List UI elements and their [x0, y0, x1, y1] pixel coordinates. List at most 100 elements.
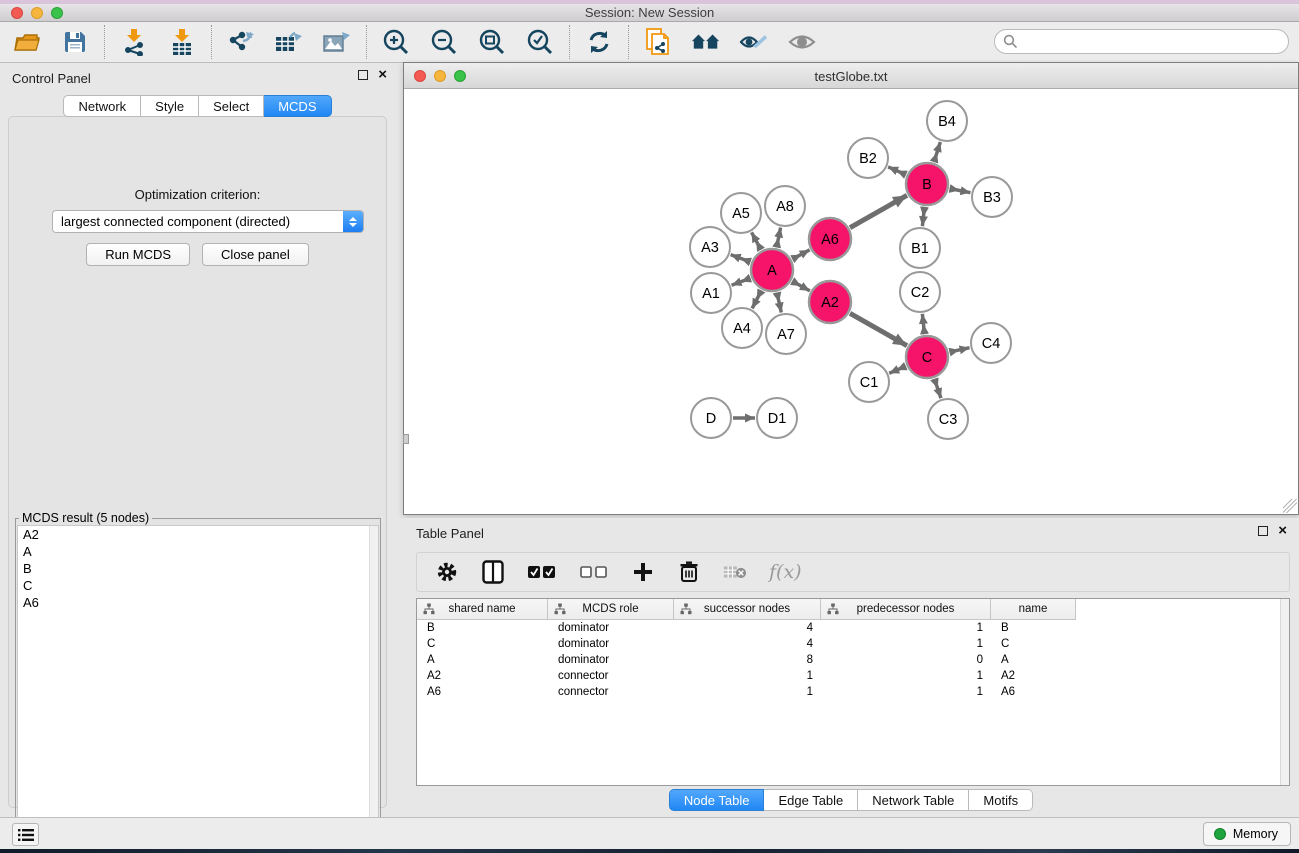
- import-table-icon[interactable]: [167, 27, 197, 57]
- edge-A6-B[interactable]: [850, 195, 907, 227]
- select-all-checkboxes-icon[interactable]: [527, 560, 557, 584]
- cell-predecessor-nodes[interactable]: 1: [821, 636, 991, 652]
- zoom-selected-icon[interactable]: [525, 27, 555, 57]
- zoom-out-icon[interactable]: [429, 27, 459, 57]
- cell-successor-nodes[interactable]: 4: [674, 636, 821, 652]
- edge-C-C3[interactable]: [934, 379, 941, 398]
- function-builder-icon[interactable]: f(x): [769, 561, 802, 583]
- import-network-icon[interactable]: [119, 27, 149, 57]
- cell-name[interactable]: A2: [991, 668, 1076, 684]
- cell-shared-name[interactable]: B: [417, 620, 548, 636]
- table-row[interactable]: A2connector11A2: [417, 668, 1289, 684]
- column-header-predecessor-nodes[interactable]: predecessor nodes: [821, 599, 991, 620]
- edge-A2-C[interactable]: [850, 313, 907, 345]
- tab-mcds[interactable]: MCDS: [264, 95, 331, 117]
- edge-B-B3[interactable]: [950, 189, 971, 193]
- delete-column-icon[interactable]: [677, 560, 701, 584]
- tab-network[interactable]: Network: [63, 95, 141, 117]
- edge-C-C4[interactable]: [949, 348, 969, 352]
- float-table-panel-icon[interactable]: [1258, 526, 1268, 536]
- deselect-all-checkboxes-icon[interactable]: [579, 560, 609, 584]
- settings-icon[interactable]: [435, 560, 459, 584]
- cell-predecessor-nodes[interactable]: 1: [821, 684, 991, 700]
- cell-shared-name[interactable]: A: [417, 652, 548, 668]
- export-table-icon[interactable]: [274, 27, 304, 57]
- edge-C-C2[interactable]: [922, 314, 924, 334]
- cell-shared-name[interactable]: A6: [417, 684, 548, 700]
- window-resize-grip[interactable]: [1283, 499, 1297, 513]
- task-history-button[interactable]: [12, 823, 39, 846]
- cell-MCDS-role[interactable]: connector: [548, 668, 674, 684]
- column-header-shared-name[interactable]: shared name: [417, 599, 548, 620]
- result-list-item[interactable]: A: [18, 543, 378, 560]
- close-table-panel-icon[interactable]: ×: [1278, 526, 1287, 536]
- zoom-in-icon[interactable]: [381, 27, 411, 57]
- tab-motifs[interactable]: Motifs: [969, 789, 1033, 811]
- panel-splitter-handle[interactable]: [403, 434, 409, 444]
- table-row[interactable]: Adominator80A: [417, 652, 1289, 668]
- cell-shared-name[interactable]: C: [417, 636, 548, 652]
- cell-MCDS-role[interactable]: connector: [548, 684, 674, 700]
- cell-name[interactable]: A6: [991, 684, 1076, 700]
- hide-graphics-details-icon[interactable]: [787, 27, 817, 57]
- edge-A-A2[interactable]: [792, 281, 810, 291]
- cell-MCDS-role[interactable]: dominator: [548, 620, 674, 636]
- cell-name[interactable]: B: [991, 620, 1076, 636]
- tab-network-table[interactable]: Network Table: [858, 789, 969, 811]
- edge-C-C1[interactable]: [889, 366, 906, 373]
- open-session-icon[interactable]: [12, 27, 42, 57]
- export-network-icon[interactable]: [226, 27, 256, 57]
- result-list-scrollbar[interactable]: [369, 526, 378, 845]
- run-mcds-button[interactable]: Run MCDS: [86, 243, 190, 266]
- optimization-criterion-select[interactable]: largest connected component (directed): [52, 210, 364, 233]
- close-panel-button[interactable]: Close panel: [202, 243, 309, 266]
- node-table[interactable]: shared nameMCDS rolesuccessor nodesprede…: [416, 598, 1290, 786]
- cell-name[interactable]: A: [991, 652, 1076, 668]
- edge-A-A1[interactable]: [732, 278, 751, 285]
- search-box[interactable]: [994, 29, 1289, 54]
- result-list-item[interactable]: A6: [18, 594, 378, 611]
- edge-A-A4[interactable]: [752, 290, 761, 308]
- column-header-successor-nodes[interactable]: successor nodes: [674, 599, 821, 620]
- edge-B-B4[interactable]: [934, 142, 940, 162]
- first-neighbors-icon[interactable]: [691, 27, 721, 57]
- edge-B-B1[interactable]: [922, 207, 924, 226]
- zoom-fit-icon[interactable]: [477, 27, 507, 57]
- close-panel-icon[interactable]: ×: [378, 70, 387, 80]
- table-scrollbar[interactable]: [1280, 599, 1289, 785]
- column-header-name[interactable]: name: [991, 599, 1076, 620]
- cell-successor-nodes[interactable]: 1: [674, 684, 821, 700]
- save-session-icon[interactable]: [60, 27, 90, 57]
- column-header-MCDS-role[interactable]: MCDS role: [548, 599, 674, 620]
- export-image-icon[interactable]: [322, 27, 352, 57]
- refresh-icon[interactable]: [584, 27, 614, 57]
- edge-A-A5[interactable]: [752, 232, 762, 249]
- cell-shared-name[interactable]: A2: [417, 668, 548, 684]
- edge-A-A7[interactable]: [777, 292, 781, 312]
- table-row[interactable]: Bdominator41B: [417, 620, 1289, 636]
- memory-button[interactable]: Memory: [1203, 822, 1291, 846]
- mcds-result-list[interactable]: A2ABCA6: [17, 525, 379, 846]
- edge-B-B2[interactable]: [888, 167, 906, 175]
- search-input[interactable]: [1023, 34, 1288, 49]
- cell-MCDS-role[interactable]: dominator: [548, 636, 674, 652]
- edge-A-A6[interactable]: [792, 250, 809, 259]
- table-row[interactable]: Cdominator41C: [417, 636, 1289, 652]
- tab-edge-table[interactable]: Edge Table: [764, 789, 858, 811]
- delete-table-icon[interactable]: [723, 560, 747, 584]
- tab-select[interactable]: Select: [199, 95, 264, 117]
- network-window-titlebar[interactable]: testGlobe.txt: [404, 63, 1298, 89]
- cell-MCDS-role[interactable]: dominator: [548, 652, 674, 668]
- show-graphics-details-icon[interactable]: [739, 27, 769, 57]
- network-canvas[interactable]: B4B2BB3A8A5A6A3B1AA1C2A2A4A7C4CC1C3DD1: [404, 89, 1298, 514]
- cell-successor-nodes[interactable]: 4: [674, 620, 821, 636]
- add-column-icon[interactable]: [631, 560, 655, 584]
- cell-predecessor-nodes[interactable]: 1: [821, 620, 991, 636]
- edge-A-A8[interactable]: [777, 228, 781, 248]
- cell-predecessor-nodes[interactable]: 1: [821, 668, 991, 684]
- edge-A-A3[interactable]: [731, 255, 751, 262]
- cell-successor-nodes[interactable]: 1: [674, 668, 821, 684]
- tab-style[interactable]: Style: [141, 95, 199, 117]
- float-panel-icon[interactable]: [358, 70, 368, 80]
- tab-node-table[interactable]: Node Table: [669, 789, 765, 811]
